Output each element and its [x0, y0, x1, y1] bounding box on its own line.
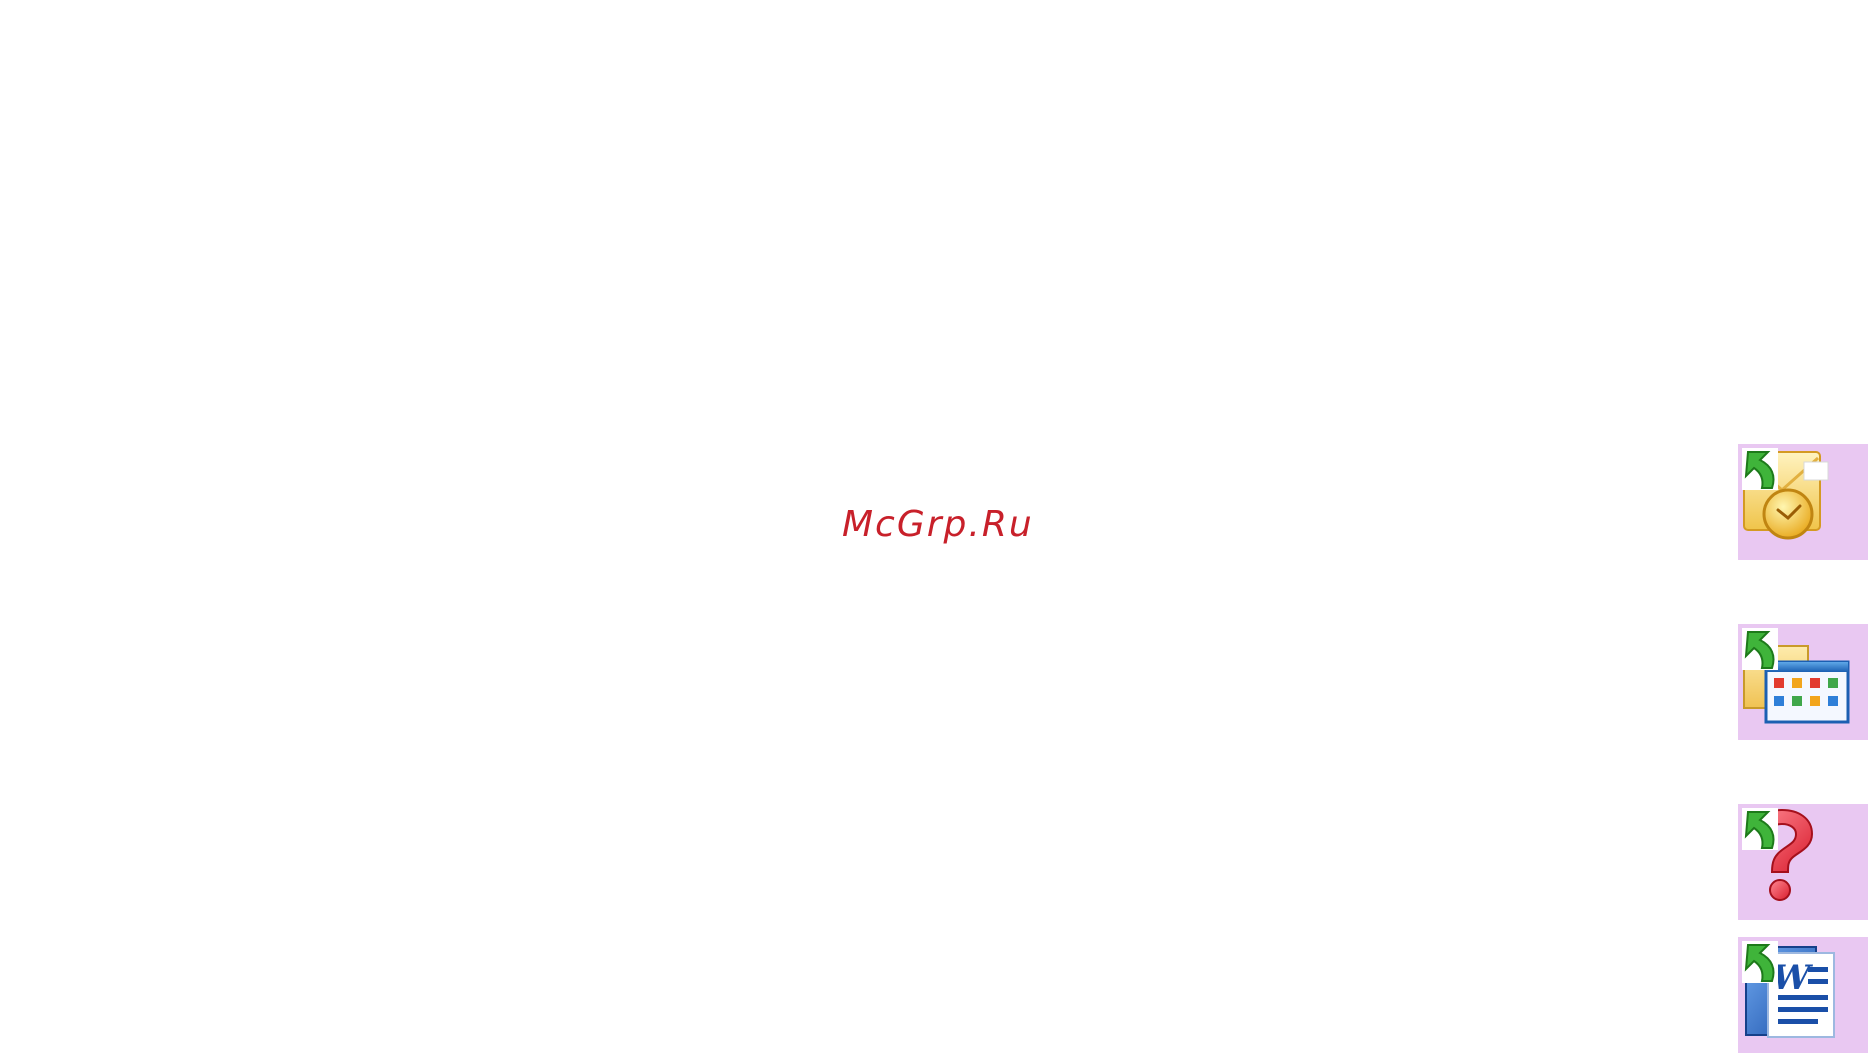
shortcut-help[interactable]: [1738, 804, 1868, 920]
shortcut-arrow-icon: [1742, 941, 1778, 983]
shortcut-folder-program[interactable]: [1738, 624, 1868, 740]
shortcut-arrow-icon: [1742, 448, 1778, 490]
watermark-text: McGrp.Ru: [842, 504, 1034, 545]
shortcut-arrow-icon: [1742, 808, 1778, 850]
page: McGrp.Ru W: [0, 0, 1872, 1053]
shortcut-outlook[interactable]: [1738, 444, 1868, 560]
shortcut-word-document[interactable]: W: [1738, 937, 1868, 1053]
shortcut-arrow-icon: [1742, 628, 1778, 670]
